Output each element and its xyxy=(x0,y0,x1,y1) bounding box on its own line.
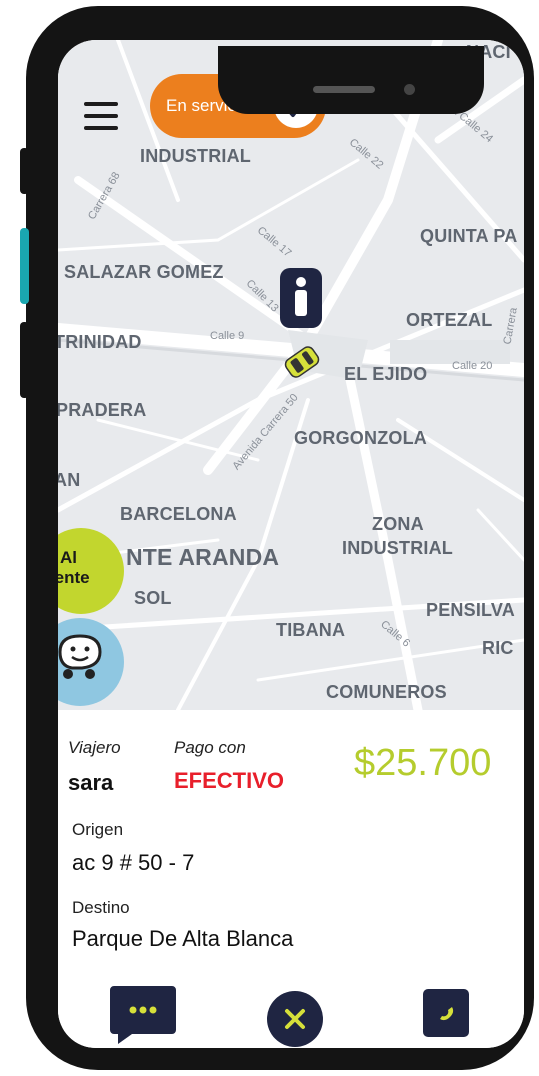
ahead-label-line1: Al xyxy=(60,548,77,567)
phone-icon xyxy=(423,989,469,1037)
side-button-low xyxy=(20,322,29,398)
speaker-bar xyxy=(313,86,375,93)
street-label: Calle 20 xyxy=(452,360,493,372)
map-label: QUINTA PA xyxy=(420,226,518,246)
map-label: TIBANA xyxy=(276,620,346,640)
trip-details-panel: Viajero sara Pago con EFECTIVO $25.700 O… xyxy=(58,710,524,1048)
map-label: COMUNEROS xyxy=(326,682,447,702)
side-button-top xyxy=(20,148,29,194)
side-button-mid xyxy=(20,228,29,304)
payment-method: EFECTIVO xyxy=(174,768,285,793)
map-label: PENSILVA xyxy=(426,600,515,620)
waze-icon xyxy=(58,634,102,679)
map-label: SOL xyxy=(134,588,172,608)
map-label: INDUSTRIAL xyxy=(140,146,251,166)
waze-button[interactable] xyxy=(58,618,124,706)
app-screen: INDUSTRIAL SALAZAR GOMEZ QUINTA PA ORTEZ… xyxy=(58,40,524,1048)
message-button[interactable] xyxy=(108,984,178,1048)
map-label: ZONA xyxy=(372,514,424,534)
camera-dot xyxy=(404,84,415,95)
camera-notch xyxy=(218,46,484,114)
map-label: BARCELONA xyxy=(120,504,237,524)
traveler-name: sara xyxy=(68,770,114,795)
traveler-caption: Viajero xyxy=(68,738,121,757)
origin-caption: Origen xyxy=(72,820,124,839)
menu-bar xyxy=(84,114,118,118)
map-label: RIC xyxy=(482,638,514,658)
menu-bar xyxy=(84,126,118,130)
cancel-button[interactable] xyxy=(266,990,324,1048)
destination-address: Parque De Alta Blanca xyxy=(72,926,294,951)
map-label: TRINIDAD xyxy=(58,332,142,352)
ahead-label-line2: rente xyxy=(58,568,90,587)
passenger-pin-icon xyxy=(280,268,322,328)
map-label: EL EJIDO xyxy=(344,364,428,384)
destination-caption: Destino xyxy=(72,898,130,917)
map-label: PRADERA xyxy=(58,400,147,420)
origin-address: ac 9 # 50 - 7 xyxy=(72,850,195,875)
fare-amount: $25.700 xyxy=(354,742,492,784)
map-view[interactable]: INDUSTRIAL SALAZAR GOMEZ QUINTA PA ORTEZ… xyxy=(58,40,524,710)
map-label: AN xyxy=(58,470,81,490)
call-button[interactable] xyxy=(422,988,470,1043)
close-icon xyxy=(267,991,323,1047)
map-label: INDUSTRIAL xyxy=(342,538,453,558)
map-label: GORGONZOLA xyxy=(294,428,427,448)
menu-bar xyxy=(84,102,118,106)
payment-caption: Pago con xyxy=(174,738,246,757)
chat-bubble-icon xyxy=(110,986,176,1044)
street-label: Calle 9 xyxy=(210,330,245,342)
menu-button[interactable] xyxy=(84,102,118,132)
map-label: NTE ARANDA xyxy=(126,544,280,570)
map-label: SALAZAR GOMEZ xyxy=(64,262,224,282)
map-label: ORTEZAL xyxy=(406,310,493,330)
